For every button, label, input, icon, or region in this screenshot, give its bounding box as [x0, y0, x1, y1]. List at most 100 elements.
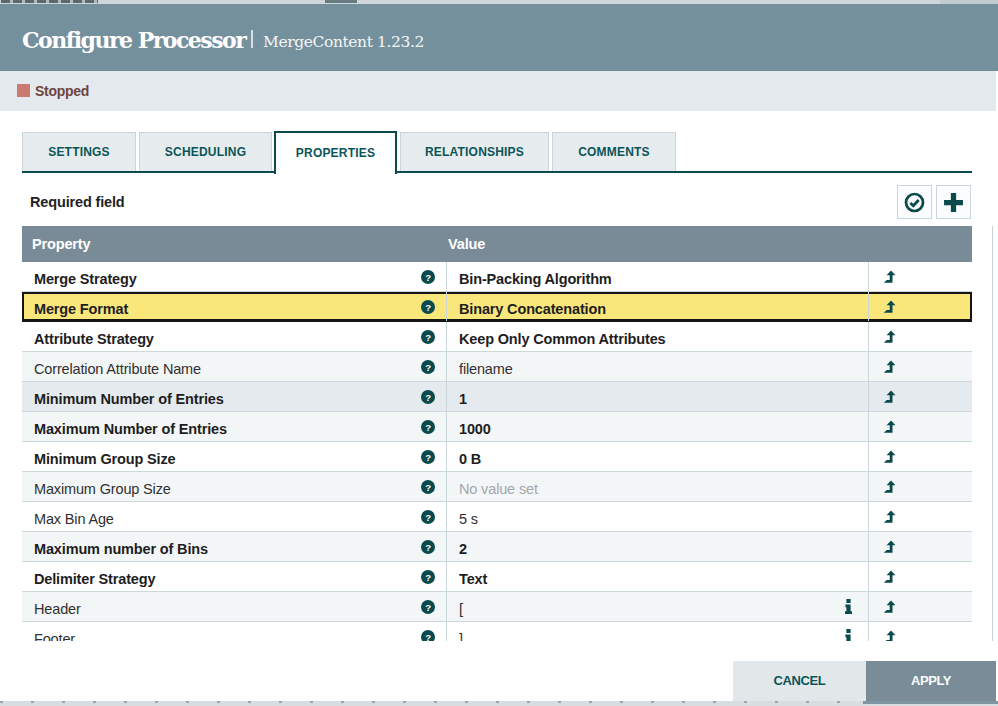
- convert-to-parameter-button[interactable]: [882, 479, 896, 495]
- question-circle-icon: ?: [421, 300, 435, 314]
- property-name: Attribute Strategy: [34, 331, 421, 347]
- svg-text:?: ?: [425, 601, 431, 612]
- question-circle-icon: ?: [421, 390, 435, 404]
- property-value: Keep Only Common Attributes: [459, 331, 852, 347]
- table-right-border: [992, 226, 993, 641]
- convert-to-parameter-button[interactable]: [882, 299, 896, 315]
- property-name: Max Bin Age: [34, 511, 421, 527]
- property-value-cell[interactable]: filename: [446, 352, 868, 381]
- property-value-cell[interactable]: 2: [446, 532, 868, 561]
- property-name: Maximum number of Bins: [34, 541, 421, 557]
- property-row[interactable]: Max Bin Age? 5 s: [22, 502, 972, 532]
- property-value-cell[interactable]: Bin-Packing Algorithm: [446, 262, 868, 291]
- background-fragment: [1, 0, 98, 3]
- property-value: 5 s: [459, 511, 852, 527]
- property-value-cell[interactable]: No value set: [446, 472, 868, 501]
- property-help-button[interactable]: ?: [421, 570, 435, 584]
- property-name-cell: Correlation Attribute Name?: [22, 352, 446, 381]
- property-row[interactable]: Merge Strategy?Bin-Packing Algorithm: [22, 262, 972, 292]
- apply-button[interactable]: APPLY: [866, 661, 996, 701]
- convert-to-parameter-button[interactable]: [882, 569, 896, 585]
- tab-properties-label: PROPERTIES: [296, 146, 375, 160]
- add-property-button[interactable]: [936, 185, 971, 219]
- property-help-button[interactable]: ?: [421, 420, 435, 434]
- property-row[interactable]: Correlation Attribute Name?filename: [22, 352, 972, 382]
- property-name-cell: Maximum Group Size?: [22, 472, 446, 501]
- question-circle-icon: ?: [421, 360, 435, 374]
- property-value-cell[interactable]: Binary Concatenation: [446, 292, 868, 321]
- convert-to-parameter-button[interactable]: [882, 329, 896, 345]
- property-row[interactable]: Merge Format?Binary Concatenation: [22, 292, 972, 322]
- svg-text:?: ?: [425, 331, 431, 342]
- property-value-cell[interactable]: Keep Only Common Attributes: [446, 322, 868, 351]
- convert-to-parameter-button[interactable]: [882, 359, 896, 375]
- property-value-cell[interactable]: Text: [446, 562, 868, 591]
- property-value-cell[interactable]: 0 B: [446, 442, 868, 471]
- property-name-cell: Merge Format?: [22, 292, 446, 321]
- convert-to-parameter-button[interactable]: [882, 599, 896, 615]
- property-value-cell[interactable]: ]: [446, 622, 868, 641]
- tab-settings[interactable]: SETTINGS: [22, 132, 136, 172]
- property-name-cell: Maximum Number of Entries?: [22, 412, 446, 441]
- property-row[interactable]: Maximum Group Size?No value set: [22, 472, 972, 502]
- property-value: 1000: [459, 421, 852, 437]
- convert-to-parameter-button[interactable]: [882, 449, 896, 465]
- property-value-cell[interactable]: 1: [446, 382, 868, 411]
- property-value-cell[interactable]: 5 s: [446, 502, 868, 531]
- level-up-arrow-icon: [882, 569, 896, 585]
- convert-to-parameter-button[interactable]: [882, 509, 896, 525]
- property-help-button[interactable]: ?: [421, 450, 435, 464]
- tab-scheduling[interactable]: SCHEDULING: [139, 132, 272, 172]
- property-row[interactable]: Maximum Number of Entries? 1000: [22, 412, 972, 442]
- question-circle-icon: ?: [421, 420, 435, 434]
- level-up-arrow-icon: [882, 599, 896, 615]
- tab-bar-underline: [22, 171, 972, 173]
- property-row[interactable]: Delimiter Strategy? Text: [22, 562, 972, 592]
- svg-text:?: ?: [425, 271, 431, 282]
- tab-relationships-label: RELATIONSHIPS: [425, 145, 524, 159]
- question-circle-icon: ?: [421, 480, 435, 494]
- property-name: Maximum Number of Entries: [34, 421, 421, 437]
- property-row[interactable]: Maximum number of Bins? 2: [22, 532, 972, 562]
- property-help-button[interactable]: ?: [421, 480, 435, 494]
- property-help-button[interactable]: ?: [421, 600, 435, 614]
- convert-to-parameter-button[interactable]: [882, 629, 896, 642]
- convert-to-parameter-button[interactable]: [882, 389, 896, 405]
- property-row[interactable]: Minimum Group Size?0 B: [22, 442, 972, 472]
- property-help-button[interactable]: ?: [421, 360, 435, 374]
- property-help-button[interactable]: ?: [421, 300, 435, 314]
- property-value-cell[interactable]: 1000: [446, 412, 868, 441]
- property-value: Bin-Packing Algorithm: [459, 271, 852, 287]
- cancel-button[interactable]: CANCEL: [733, 661, 866, 701]
- property-help-button[interactable]: ?: [421, 330, 435, 344]
- property-help-button[interactable]: ?: [421, 540, 435, 554]
- svg-text:?: ?: [425, 541, 431, 552]
- convert-to-parameter-button[interactable]: [882, 269, 896, 285]
- convert-to-parameter-button[interactable]: [882, 419, 896, 435]
- cancel-button-label: CANCEL: [774, 673, 826, 688]
- background-fragment: [325, 0, 357, 3]
- property-name: Delimiter Strategy: [34, 571, 421, 587]
- tab-relationships[interactable]: RELATIONSHIPS: [400, 132, 549, 172]
- value-info-button[interactable]: [845, 599, 852, 614]
- svg-text:?: ?: [425, 301, 431, 312]
- property-help-button[interactable]: ?: [421, 510, 435, 524]
- property-name: Correlation Attribute Name: [34, 361, 421, 377]
- property-name-cell: Header?: [22, 592, 446, 621]
- svg-text:?: ?: [425, 511, 431, 522]
- property-row[interactable]: Minimum Number of Entries?1: [22, 382, 972, 412]
- tab-comments[interactable]: COMMENTS: [552, 132, 676, 172]
- verify-properties-button[interactable]: [897, 185, 932, 219]
- property-row[interactable]: Header?[: [22, 592, 972, 622]
- property-actions-cell: [868, 322, 972, 351]
- property-row[interactable]: Attribute Strategy? Keep Only Common Attr…: [22, 322, 972, 352]
- property-help-button[interactable]: ?: [421, 270, 435, 284]
- convert-to-parameter-button[interactable]: [882, 539, 896, 555]
- question-circle-icon: ?: [421, 510, 435, 524]
- property-value-cell[interactable]: [: [446, 592, 868, 621]
- tab-properties[interactable]: PROPERTIES: [274, 131, 397, 174]
- property-help-button[interactable]: ?: [421, 630, 435, 642]
- property-row[interactable]: Footer?]: [22, 622, 972, 641]
- value-info-button[interactable]: [845, 629, 852, 641]
- property-help-button[interactable]: ?: [421, 390, 435, 404]
